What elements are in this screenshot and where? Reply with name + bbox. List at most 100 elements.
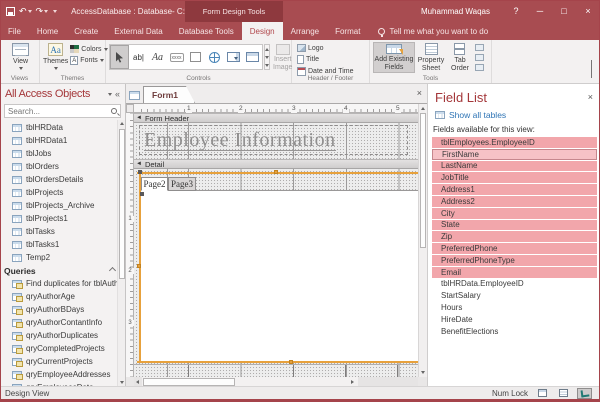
account-name[interactable]: Muhammad Waqas — [421, 7, 490, 16]
property-sheet-button[interactable]: Property Sheet — [415, 42, 447, 73]
subform-control[interactable] — [243, 45, 262, 69]
resize-handle-left[interactable] — [137, 264, 141, 268]
nav-menu-icon[interactable] — [108, 93, 112, 96]
nav-item-query[interactable]: qryEmployeeAddresses — [0, 368, 125, 381]
field-list-close-icon[interactable]: × — [588, 92, 593, 102]
nav-item-table[interactable]: tblHRData — [0, 121, 125, 134]
form-header-section-bar[interactable]: ◄ Form Header — [134, 113, 418, 123]
view-button[interactable]: View — [4, 42, 37, 73]
selection-border-bottom[interactable] — [137, 361, 418, 363]
nav-item-table[interactable]: tblTasks1 — [0, 238, 125, 251]
nav-item-query[interactable]: qryAuthorDuplicates — [0, 329, 125, 342]
scroll-down-icon[interactable] — [120, 381, 124, 384]
nav-scrollbar[interactable] — [117, 120, 125, 386]
tab-create[interactable]: Create — [66, 22, 106, 40]
nav-item-table[interactable]: tblJobs — [0, 147, 125, 160]
tab-database-tools[interactable]: Database Tools — [171, 22, 242, 40]
nav-group-queries[interactable]: Queries — [0, 264, 125, 277]
field-row[interactable]: City — [432, 208, 597, 219]
form-header-grid[interactable]: Employee Information — [134, 123, 418, 159]
hyperlink-control[interactable] — [205, 45, 224, 69]
tab-control[interactable] — [186, 45, 205, 69]
field-row[interactable]: tblHRData.EmployeeID — [432, 279, 597, 290]
field-row[interactable]: State — [432, 220, 597, 231]
save-button[interactable] — [6, 7, 15, 16]
vertical-scrollbar[interactable] — [418, 104, 427, 377]
nav-item-table[interactable]: tblHRData1 — [0, 134, 125, 147]
nav-item-table[interactable]: Temp2 — [0, 251, 125, 264]
help-button[interactable]: ? — [504, 0, 528, 22]
collapse-ribbon-button[interactable] — [591, 61, 592, 79]
form-title-label[interactable]: Employee Information — [139, 125, 408, 155]
tell-me-box[interactable]: Tell me what you want to do — [378, 22, 488, 40]
move-handle[interactable] — [138, 170, 142, 174]
tab-file[interactable]: File — [0, 22, 29, 40]
nav-item-table[interactable]: tblProjects — [0, 186, 125, 199]
tab-arrange[interactable]: Arrange — [283, 22, 327, 40]
nav-pane-header[interactable]: All Access Objects « — [0, 84, 125, 104]
scrollbar-thumb[interactable] — [143, 378, 235, 386]
fonts-button[interactable]: Fonts — [70, 55, 107, 65]
document-tab-form1[interactable]: Form1 — [143, 86, 195, 103]
scrollbar-thumb[interactable] — [420, 113, 426, 248]
logo-button[interactable]: Logo — [297, 44, 354, 52]
nav-item-table[interactable]: tblOrdersDetails — [0, 173, 125, 186]
field-row[interactable]: Address2 — [432, 196, 597, 207]
button-control[interactable]: xxxx — [167, 45, 186, 69]
textbox-control[interactable]: ab| — [129, 45, 148, 69]
field-row[interactable]: Zip — [432, 231, 597, 242]
field-row-selected[interactable]: FirstName — [432, 149, 597, 160]
scroll-down-icon[interactable] — [421, 371, 425, 374]
tab-order-button[interactable]: Tab Order — [447, 42, 473, 73]
subform-new-window-icon[interactable] — [475, 44, 484, 51]
nav-search-box[interactable] — [4, 104, 121, 118]
nav-item-query[interactable]: qryAuthorContantInfo — [0, 316, 125, 329]
label-control[interactable]: Aa — [148, 45, 167, 69]
field-row[interactable]: PreferredPhoneType — [432, 255, 597, 266]
close-button[interactable]: × — [576, 0, 600, 22]
gallery-scroll-up-icon[interactable] — [265, 48, 269, 51]
select-tool[interactable] — [110, 45, 129, 69]
title-button[interactable]: Title — [297, 55, 354, 64]
show-all-tables-link[interactable]: Show all tables — [428, 105, 600, 124]
themes-button[interactable]: Aa Themes — [43, 42, 68, 73]
detail-section-bar[interactable]: ◄ Detail — [134, 159, 418, 169]
redo-button[interactable] — [36, 6, 49, 17]
vertical-ruler[interactable]: 1 2 3 — [126, 113, 134, 377]
combobox-control[interactable] — [224, 45, 243, 69]
search-input[interactable] — [8, 107, 111, 116]
form-view-button[interactable] — [535, 388, 550, 399]
document-close-icon[interactable]: × — [417, 88, 422, 98]
page2-tab[interactable]: Page2 — [141, 177, 168, 191]
nav-item-query[interactable]: qryAuthorAge — [0, 290, 125, 303]
tab-design[interactable]: Design — [242, 22, 283, 40]
field-row[interactable]: Email — [432, 267, 597, 278]
field-row[interactable]: Address1 — [432, 184, 597, 195]
convert-macros-icon[interactable] — [475, 64, 484, 71]
scroll-up-icon[interactable] — [120, 122, 124, 125]
nav-item-query[interactable]: qryAuthorBDays — [0, 303, 125, 316]
field-row[interactable]: HireDate — [432, 314, 597, 325]
field-row[interactable]: Hours — [432, 302, 597, 313]
move-handle[interactable] — [140, 192, 144, 196]
field-row[interactable]: BenefitElections — [432, 326, 597, 337]
gallery-more-icon[interactable] — [265, 64, 269, 67]
undo-button[interactable] — [19, 6, 32, 17]
scrollbar-thumb[interactable] — [119, 129, 125, 279]
add-existing-fields-button[interactable]: Add Existing Fields — [373, 42, 415, 73]
nav-item-query[interactable]: qryCurrentProjects — [0, 355, 125, 368]
detail-grid[interactable]: Page2 Page3 — [134, 169, 418, 364]
horizontal-ruler[interactable]: 1 2 3 4 5 — [134, 104, 418, 113]
nav-item-table[interactable]: tblProjects_Archive — [0, 199, 125, 212]
gallery-scroll-down-icon[interactable] — [265, 56, 269, 59]
insert-image-button[interactable]: Insert Image — [273, 42, 292, 73]
field-row[interactable]: PreferredPhone — [432, 243, 597, 254]
field-row[interactable]: tblEmployees.EmployeeID — [432, 137, 597, 148]
resize-handle-top[interactable] — [274, 170, 278, 174]
field-row[interactable]: StartSalary — [432, 290, 597, 301]
nav-item-table[interactable]: tblProjects1 — [0, 212, 125, 225]
view-code-icon[interactable] — [475, 54, 484, 61]
nav-item-table[interactable]: tblOrders — [0, 160, 125, 173]
scroll-up-icon[interactable] — [421, 107, 425, 110]
nav-item-query[interactable]: qryCompletedProjects — [0, 342, 125, 355]
